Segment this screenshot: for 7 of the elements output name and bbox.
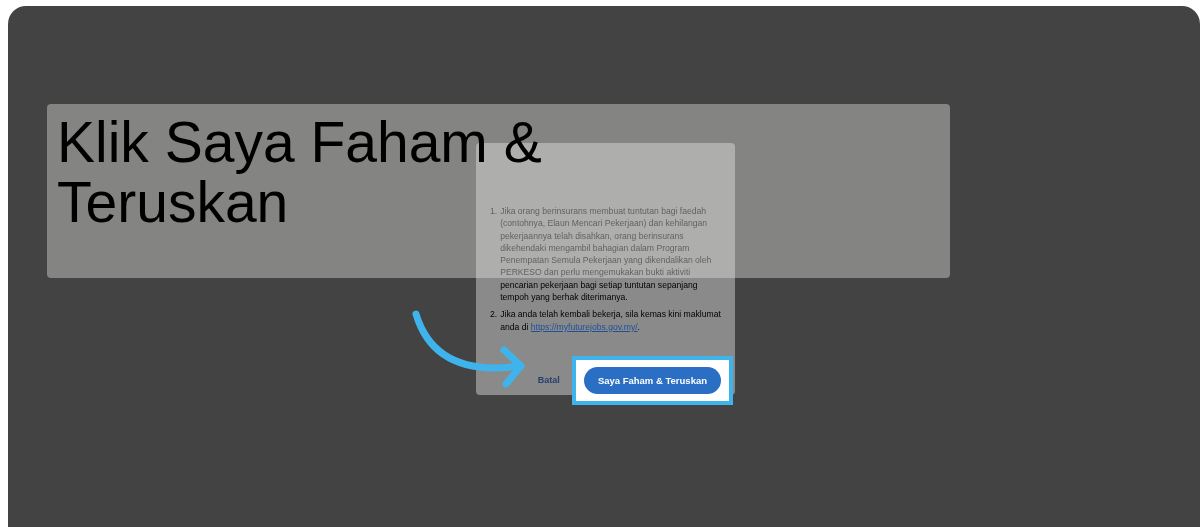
list-item-text: Jika orang berinsurans membuat tuntutan bagi faedah (contohnya, Elaun Mencari Pekerjaan) dan kehilangan pekerjaannya telah disahkan, orang berinsurans dikehendaki mengambil bahagian dalam Program Penempatan Semula Pekerjaan yang dikendalikan oleh PERKESO dan perlu mengemukakan bukti aktiviti pencarian pekerjaan bagi setiap tuntutan sepanjang tempoh yang berhak diterimanya.: [500, 205, 713, 304]
list-item-text: Jika anda telah kembali bekerja, sila kemas kini maklumat anda di https://myfuturejobs.gov.my/.: [500, 308, 722, 333]
cancel-button[interactable]: Batal: [533, 371, 564, 390]
list-number: 2.: [490, 308, 498, 322]
website-link[interactable]: https://myfuturejobs.gov.my/: [530, 321, 638, 332]
confirm-button[interactable]: Saya Faham & Teruskan: [583, 366, 721, 394]
list-number: 1.: [490, 205, 498, 218]
